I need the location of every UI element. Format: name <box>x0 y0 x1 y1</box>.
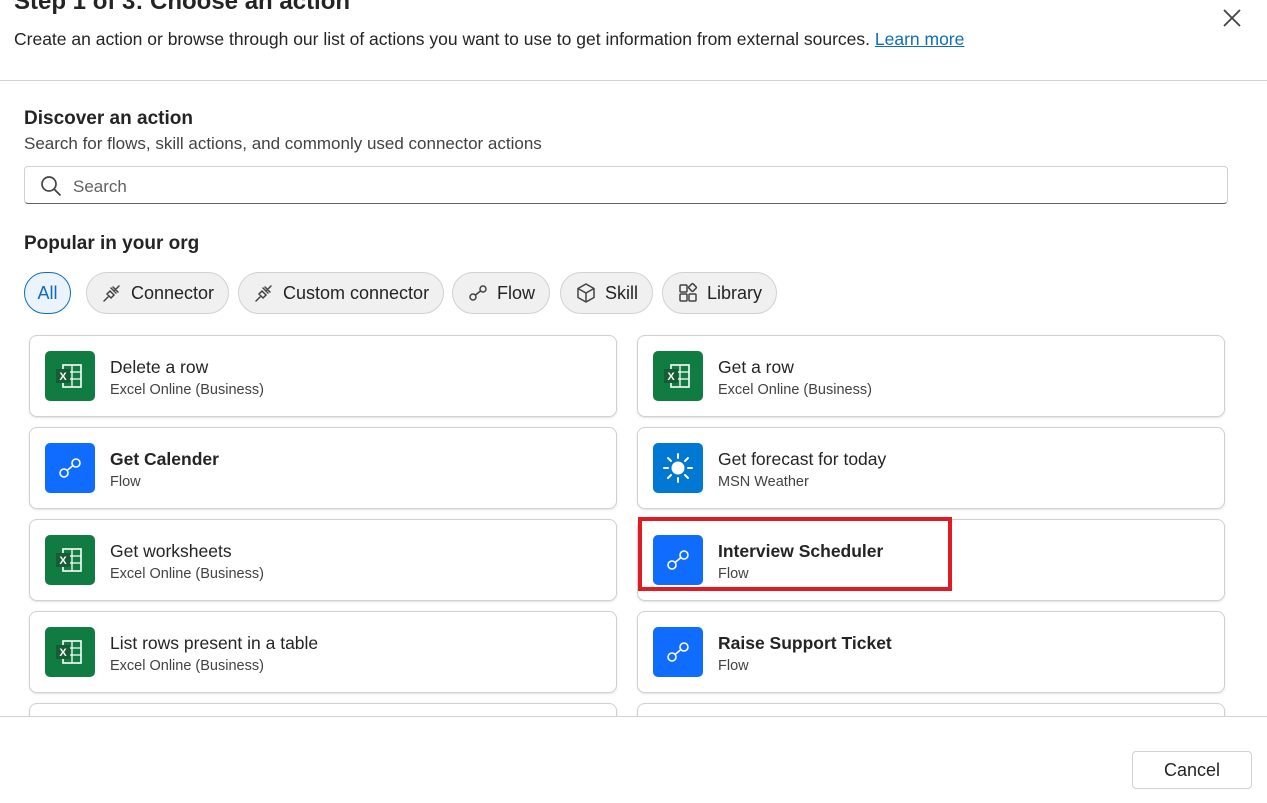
action-card[interactable]: X Get worksheets Excel Online (Business) <box>29 519 617 601</box>
plug-icon <box>103 285 120 302</box>
popular-title: Popular in your org <box>24 233 200 254</box>
action-source: Flow <box>718 566 749 582</box>
search-icon <box>41 176 62 197</box>
filter-custom-connector[interactable]: Custom connector <box>238 272 445 314</box>
svg-text:X: X <box>59 647 67 659</box>
action-card[interactable]: X List rows present in a table Excel Onl… <box>29 611 617 693</box>
discover-subtitle: Search for flows, skill actions, and com… <box>24 134 542 153</box>
plug-icon <box>255 285 272 302</box>
svg-text:X: X <box>667 371 675 383</box>
filter-label: Skill <box>605 282 639 303</box>
learn-more-link[interactable]: Learn more <box>875 29 965 49</box>
dialog-title: Step 1 of 3: Choose an action <box>14 0 351 15</box>
action-source: Excel Online (Business) <box>110 566 264 582</box>
flow-icon <box>45 443 95 493</box>
search-box[interactable] <box>24 166 1228 204</box>
action-card[interactable]: X Get a row Excel Online (Business) <box>637 335 1225 417</box>
weather-icon <box>653 443 703 493</box>
excel-icon: X <box>45 627 95 677</box>
discover-title: Discover an action <box>24 108 193 129</box>
svg-text:X: X <box>59 371 67 383</box>
dialog-footer: Cancel <box>0 716 1267 803</box>
close-icon[interactable] <box>1220 6 1244 30</box>
action-name: Delete a row <box>110 357 209 377</box>
apps-add-icon <box>679 282 698 302</box>
flow-icon <box>469 285 487 301</box>
action-source: Flow <box>718 658 749 674</box>
filter-all[interactable]: All <box>24 272 71 314</box>
action-card[interactable]: Get Calender Flow <box>29 427 617 509</box>
filter-label: Connector <box>131 282 215 303</box>
filter-skill[interactable]: Skill <box>560 272 654 314</box>
filter-label: Flow <box>497 282 536 303</box>
cube-icon <box>577 283 595 303</box>
action-card[interactable]: Interview Scheduler Flow <box>637 519 1225 601</box>
flow-icon <box>653 627 703 677</box>
action-name: Get Calender <box>110 449 219 469</box>
dialog-header: Step 1 of 3: Choose an action Create an … <box>0 0 1267 81</box>
action-card[interactable]: Raise Support Ticket Flow <box>637 611 1225 693</box>
filter-label: Library <box>707 282 763 303</box>
action-card[interactable]: X Delete a row Excel Online (Business) <box>29 335 617 417</box>
action-source: Excel Online (Business) <box>718 382 872 398</box>
dialog-subtitle-text: Create an action or browse through our l… <box>14 29 870 49</box>
filter-flow[interactable]: Flow <box>452 272 551 314</box>
action-name: Get a row <box>718 357 794 377</box>
action-name: Raise Support Ticket <box>718 633 892 653</box>
excel-icon: X <box>653 351 703 401</box>
svg-text:X: X <box>59 555 67 567</box>
flow-icon <box>653 535 703 585</box>
action-source: MSN Weather <box>718 474 809 490</box>
filter-label: All <box>37 282 58 303</box>
filter-library[interactable]: Library <box>662 272 778 314</box>
action-source: Excel Online (Business) <box>110 382 264 398</box>
excel-icon: X <box>45 535 95 585</box>
action-source: Flow <box>110 474 141 490</box>
cancel-button[interactable]: Cancel <box>1132 751 1252 789</box>
action-card[interactable]: Get forecast for today MSN Weather <box>637 427 1225 509</box>
action-name: Get forecast for today <box>718 449 887 469</box>
search-input[interactable] <box>71 173 1215 201</box>
action-name: List rows present in a table <box>110 633 319 653</box>
filter-connector[interactable]: Connector <box>86 272 230 314</box>
dialog-subtitle: Create an action or browse through our l… <box>14 29 964 50</box>
action-source: Excel Online (Business) <box>110 658 264 674</box>
action-name: Get worksheets <box>110 541 232 561</box>
filter-label: Custom connector <box>283 282 430 303</box>
action-name: Interview Scheduler <box>718 541 884 561</box>
excel-icon: X <box>45 351 95 401</box>
